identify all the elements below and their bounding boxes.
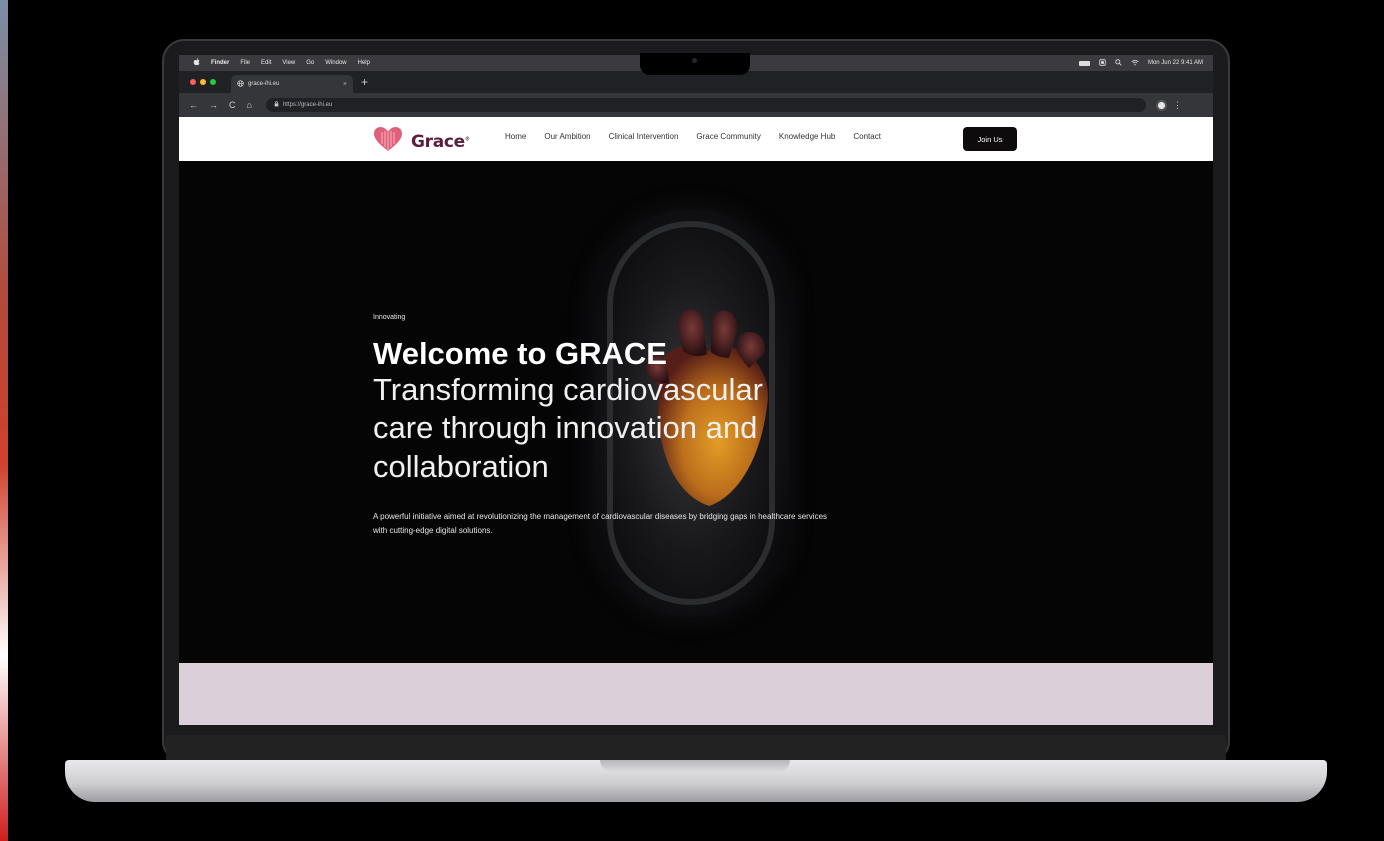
menubar-item-file[interactable]: File bbox=[240, 60, 250, 66]
laptop-groove bbox=[600, 760, 790, 772]
site-logo[interactable]: Grace® bbox=[373, 126, 470, 157]
hero-section: Innovating Welcome to GRACE Transforming… bbox=[179, 161, 1213, 663]
nav-our-ambition[interactable]: Our Ambition bbox=[544, 132, 590, 141]
hero-description: A powerful initiative aimed at revolutio… bbox=[373, 512, 828, 535]
menubar-item-help[interactable]: Help bbox=[358, 60, 370, 66]
nav-clinical-intervention[interactable]: Clinical Intervention bbox=[609, 132, 679, 141]
menubar-item-finder[interactable]: Finder bbox=[211, 60, 229, 66]
menubar-item-window[interactable]: Window bbox=[325, 60, 346, 66]
heart-logo-icon bbox=[373, 126, 403, 157]
logo-wordmark: Grace® bbox=[411, 131, 470, 152]
next-section-band bbox=[179, 663, 1213, 725]
browser-toolbar: ← → C ⌂ https://grace-ihi.eu ⋮ bbox=[179, 93, 1213, 117]
lock-icon bbox=[274, 101, 279, 109]
reload-icon[interactable]: C bbox=[229, 100, 236, 110]
url-text: https://grace-ihi.eu bbox=[282, 102, 333, 108]
nav-home[interactable]: Home bbox=[505, 132, 526, 141]
wifi-icon[interactable] bbox=[1131, 59, 1139, 68]
laptop-hinge bbox=[166, 735, 1226, 761]
menubar-item-view[interactable]: View bbox=[282, 60, 295, 66]
zoom-window-button[interactable] bbox=[210, 79, 216, 85]
forward-arrow-icon[interactable]: → bbox=[209, 100, 218, 110]
browser-tab[interactable]: grace-ihi.eu × bbox=[231, 75, 353, 93]
new-tab-button[interactable]: + bbox=[361, 76, 368, 88]
close-window-button[interactable] bbox=[190, 79, 196, 85]
hero-title-line-2: care through innovation and bbox=[373, 410, 758, 445]
hero-title-line-1: Transforming cardiovascular bbox=[373, 372, 763, 407]
menubar-item-go[interactable]: Go bbox=[306, 60, 314, 66]
back-arrow-icon[interactable]: ← bbox=[189, 100, 198, 110]
camera-icon bbox=[692, 58, 697, 63]
hero-title-bold: Welcome to GRACE bbox=[373, 336, 667, 371]
menubar-item-edit[interactable]: Edit bbox=[261, 60, 271, 66]
join-us-button[interactable]: Join Us bbox=[963, 127, 1017, 151]
nav-knowledge-hub[interactable]: Knowledge Hub bbox=[779, 132, 835, 141]
spotlight-search-icon[interactable] bbox=[1115, 58, 1122, 68]
minimize-window-button[interactable] bbox=[200, 79, 206, 85]
apple-icon[interactable] bbox=[193, 58, 200, 68]
site-header: Grace® Home Our Ambition Clinical Interv… bbox=[179, 117, 1213, 161]
globe-icon bbox=[237, 79, 244, 89]
battery-icon[interactable] bbox=[1078, 60, 1090, 66]
window-controls bbox=[190, 79, 216, 85]
nav-contact[interactable]: Contact bbox=[853, 132, 881, 141]
hero-title-line-3: collaboration bbox=[373, 449, 549, 484]
browser-menu-icon[interactable]: ⋮ bbox=[1173, 100, 1182, 111]
site-nav: Home Our Ambition Clinical Intervention … bbox=[505, 132, 881, 141]
address-bar[interactable]: https://grace-ihi.eu bbox=[265, 98, 1146, 112]
screen-notch bbox=[640, 53, 750, 75]
menubar-clock[interactable]: Mon Jun 22 9:41 AM bbox=[1148, 60, 1203, 66]
hero-eyebrow: Innovating bbox=[373, 314, 406, 321]
profile-avatar[interactable] bbox=[1155, 99, 1167, 111]
tab-close-icon[interactable]: × bbox=[343, 81, 347, 88]
nav-grace-community[interactable]: Grace Community bbox=[696, 132, 760, 141]
home-icon[interactable]: ⌂ bbox=[247, 100, 252, 110]
tab-title: grace-ihi.eu bbox=[248, 81, 280, 87]
background-edge bbox=[0, 0, 8, 841]
control-center-icon[interactable] bbox=[1099, 58, 1106, 68]
laptop-screen: Finder File Edit View Go Window Help Mon… bbox=[179, 55, 1213, 725]
